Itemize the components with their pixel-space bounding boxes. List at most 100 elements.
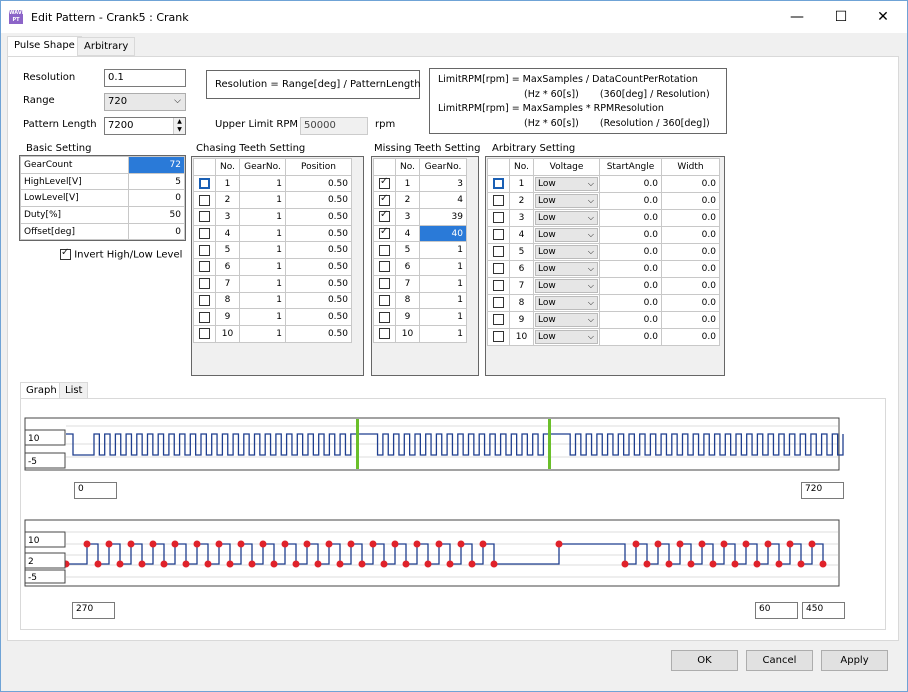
row-checkbox-cell[interactable] <box>373 224 396 243</box>
waveform-point[interactable] <box>347 540 355 548</box>
position-cell[interactable]: 0.50 <box>285 308 352 326</box>
row-checkbox-cell[interactable] <box>373 324 396 343</box>
waveform-point[interactable] <box>127 540 135 548</box>
graph1-xmin-input[interactable]: 0 <box>74 482 117 499</box>
voltage-cell[interactable]: Low ⌵ <box>533 174 600 193</box>
table-row[interactable]: 5 Low ⌵ 0.0 0.0 <box>487 242 720 261</box>
voltage-select[interactable]: Low ⌵ <box>535 176 598 191</box>
table-row[interactable]: 2 1 0.50 <box>193 191 352 210</box>
table-row[interactable]: 3 Low ⌵ 0.0 0.0 <box>487 208 720 227</box>
minimize-button[interactable]: — <box>775 1 819 33</box>
table-row[interactable]: 4 Low ⌵ 0.0 0.0 <box>487 225 720 244</box>
waveform-point[interactable] <box>797 560 805 568</box>
waveform-point[interactable] <box>215 540 223 548</box>
row-checkbox-cell[interactable] <box>487 293 510 312</box>
waveform-point[interactable] <box>259 540 267 548</box>
waveform-point[interactable] <box>182 560 190 568</box>
apply-button[interactable]: Apply <box>821 650 888 671</box>
row-checkbox-cell[interactable] <box>373 208 396 226</box>
pattern-length-stepper[interactable]: 7200 ▲ ▼ <box>104 117 186 135</box>
column-header[interactable]: Position <box>285 158 352 176</box>
row-checkbox-cell[interactable] <box>487 225 510 244</box>
basic-value-cell[interactable]: 5 <box>128 172 185 191</box>
waveform-point[interactable] <box>753 560 761 568</box>
column-header[interactable]: StartAngle <box>599 158 662 176</box>
graph2-xmax-input[interactable]: 450 <box>802 602 845 619</box>
column-header[interactable]: GearNo. <box>419 158 467 176</box>
table-row[interactable]: 7 1 0.50 <box>193 274 352 293</box>
column-header[interactable]: No. <box>215 158 240 176</box>
row-checkbox-cell[interactable] <box>193 191 216 210</box>
gearno-cell[interactable]: 1 <box>239 308 286 326</box>
row-checkbox-cell[interactable] <box>193 174 216 193</box>
tab-arbitrary[interactable]: Arbitrary <box>77 37 136 56</box>
row-checkbox-cell[interactable] <box>487 191 510 210</box>
waveform-point[interactable] <box>193 540 201 548</box>
gearno-cell[interactable]: 1 <box>239 274 286 293</box>
checkbox-icon[interactable] <box>199 328 210 340</box>
column-header[interactable]: No. <box>395 158 420 176</box>
voltage-cell[interactable]: Low ⌵ <box>533 242 600 261</box>
gearno-cell[interactable]: 1 <box>239 324 286 343</box>
waveform-point[interactable] <box>490 560 498 568</box>
checkbox-icon[interactable] <box>199 294 210 306</box>
checkbox-icon[interactable] <box>493 212 504 224</box>
width-cell[interactable]: 0.0 <box>661 293 720 312</box>
table-row[interactable]: 9 Low ⌵ 0.0 0.0 <box>487 310 720 329</box>
basic-value-cell[interactable]: 50 <box>128 206 185 224</box>
ok-button[interactable]: OK <box>671 650 738 671</box>
waveform-point[interactable] <box>237 540 245 548</box>
voltage-cell[interactable]: Low ⌵ <box>533 327 600 346</box>
arbitrary-setting-grid[interactable]: No. Voltage StartAngle Width 1 Low ⌵ 0.0 0.0… <box>485 156 725 376</box>
table-row[interactable]: 71 <box>373 274 467 293</box>
gearno-cell[interactable]: 1 <box>239 174 286 193</box>
gearno-cell[interactable]: 1 <box>419 241 467 260</box>
row-checkbox-cell[interactable] <box>193 258 216 276</box>
position-cell[interactable]: 0.50 <box>285 241 352 260</box>
checkbox-icon[interactable] <box>199 278 210 290</box>
table-row[interactable]: HighLevel[V] 5 <box>20 172 185 191</box>
position-cell[interactable]: 0.50 <box>285 191 352 210</box>
voltage-cell[interactable]: Low ⌵ <box>533 276 600 295</box>
checkbox-icon[interactable] <box>493 229 504 241</box>
table-row[interactable]: LowLevel[V] 0 <box>20 189 185 208</box>
waveform-point[interactable] <box>336 560 344 568</box>
waveform-point[interactable] <box>698 540 706 548</box>
tab-pulse-shape[interactable]: Pulse Shape <box>7 36 82 57</box>
waveform-point[interactable] <box>358 560 366 568</box>
gearno-cell[interactable]: 1 <box>419 308 467 326</box>
row-checkbox-cell[interactable] <box>193 241 216 260</box>
start-angle-cell[interactable]: 0.0 <box>599 310 662 329</box>
waveform-point[interactable] <box>687 560 695 568</box>
voltage-select[interactable]: Low ⌵ <box>535 295 598 310</box>
checkbox-icon[interactable] <box>199 244 210 256</box>
waveform-point[interactable] <box>742 540 750 548</box>
gearno-cell[interactable]: 1 <box>419 258 467 276</box>
checkbox-icon[interactable] <box>379 261 390 273</box>
position-cell[interactable]: 0.50 <box>285 208 352 226</box>
table-row[interactable]: 1 Low ⌵ 0.0 0.0 <box>487 174 720 193</box>
start-angle-cell[interactable]: 0.0 <box>599 293 662 312</box>
close-button[interactable]: ✕ <box>861 1 905 33</box>
waveform-point[interactable] <box>643 560 651 568</box>
gearno-cell[interactable]: 4 <box>419 191 467 210</box>
row-checkbox-cell[interactable] <box>487 259 510 278</box>
table-row[interactable]: 13 <box>373 174 467 193</box>
checkbox-icon[interactable] <box>379 311 390 323</box>
voltage-select[interactable]: Low ⌵ <box>535 278 598 293</box>
checkbox-icon[interactable] <box>199 228 210 240</box>
waveform-point[interactable] <box>720 540 728 548</box>
waveform-point[interactable] <box>468 560 476 568</box>
table-row[interactable]: 1 1 0.50 <box>193 174 352 193</box>
gearno-cell[interactable]: 40 <box>419 224 467 243</box>
width-cell[interactable]: 0.0 <box>661 259 720 278</box>
table-row[interactable]: GearCount 72 <box>20 156 185 174</box>
waveform-point[interactable] <box>149 540 157 548</box>
table-row[interactable]: 339 <box>373 208 467 226</box>
checkbox-checked-icon[interactable] <box>379 226 390 240</box>
table-row[interactable]: 3 1 0.50 <box>193 208 352 226</box>
resolution-input[interactable]: 0.1 <box>104 69 186 87</box>
waveform-point[interactable] <box>424 560 432 568</box>
checkbox-icon[interactable] <box>379 244 390 256</box>
checkbox-icon[interactable] <box>199 261 210 273</box>
